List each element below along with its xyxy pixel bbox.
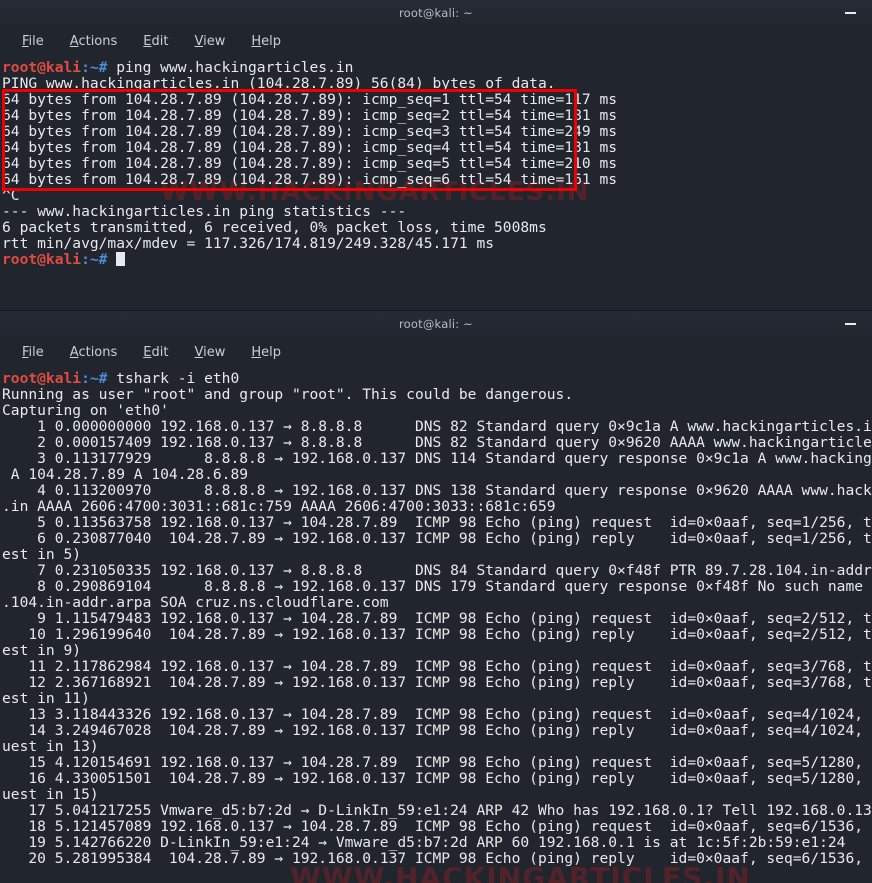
menu-label-rest: elp — [261, 33, 281, 49]
minimize-bar — [844, 12, 856, 14]
output-line: 16 4.330051501 104.28.7.89 → 192.168.0.1… — [2, 770, 872, 788]
menu-mnemonic: E — [143, 33, 152, 49]
output-line: --- www.hackingarticles.in ping statisti… — [2, 203, 407, 221]
prompt-user-host: root@kali — [2, 251, 82, 269]
output-line: A 104.28.7.89 A 104.28.6.89 — [2, 466, 249, 484]
menubar-tshark: File Actions Edit View Help — [0, 337, 872, 367]
output-line: 2 0.000157409 192.168.0.137 → 8.8.8.8 DN… — [2, 434, 872, 452]
output-line: Capturing on 'eth0' — [2, 402, 169, 420]
menu-label-rest: ile — [28, 33, 44, 49]
minimize-bar — [844, 323, 856, 325]
menu-mnemonic: H — [251, 33, 262, 49]
menu-item-help[interactable]: Help — [239, 342, 293, 363]
output-line: 64 bytes from 104.28.7.89 (104.28.7.89):… — [2, 171, 618, 189]
menu-mnemonic: V — [194, 33, 204, 49]
output-line: .104.in-addr.arpa SOA cruz.ns.cloudflare… — [2, 594, 389, 612]
window-title-tshark: root@kali: ~ — [398, 317, 474, 331]
output-line: 64 bytes from 104.28.7.89 (104.28.7.89):… — [2, 139, 618, 157]
menu-mnemonic: H — [251, 344, 262, 360]
command-tshark: tshark -i eth0 — [107, 370, 240, 387]
menu-label-rest: iew — [203, 33, 226, 49]
output-line: 1 0.000000000 192.168.0.137 → 8.8.8.8 DN… — [2, 418, 872, 436]
menu-label-rest: ile — [28, 344, 44, 360]
output-line: 6 packets transmitted, 6 received, 0% pa… — [2, 219, 547, 237]
menu-item-actions[interactable]: Actions — [58, 31, 130, 52]
output-line: 13 3.118443326 192.168.0.137 → 104.28.7.… — [2, 706, 872, 724]
menubar-ping: File Actions Edit View Help — [0, 26, 872, 56]
output-line: 4 0.113200970 8.8.8.8 → 192.168.0.137 DN… — [2, 482, 872, 500]
output-line: PING www.hackingarticles.in (104.28.7.89… — [2, 75, 556, 93]
output-line: rtt min/avg/max/mdev = 117.326/174.819/2… — [2, 235, 495, 253]
output-line: 15 4.120154691 192.168.0.137 → 104.28.7.… — [2, 754, 872, 772]
desktop-screen: root@kali: ~ File Actions Edit View Help… — [0, 0, 872, 883]
menu-item-view[interactable]: View — [182, 31, 237, 52]
prompt-sigil: :~# — [81, 251, 108, 269]
output-line: 17 5.041217255 Vmware_d5:b7:2d → D-LinkI… — [2, 802, 872, 820]
output-line: 64 bytes from 104.28.7.89 (104.28.7.89):… — [2, 91, 618, 109]
minimize-icon-tshark[interactable] — [840, 311, 860, 337]
output-line: 19 5.142766220 D-LinkIn_59:e1:24 → Vmwar… — [2, 834, 846, 852]
menu-item-file[interactable]: File — [10, 342, 56, 363]
output-line: ^C — [2, 187, 20, 205]
output-line: 64 bytes from 104.28.7.89 (104.28.7.89):… — [2, 123, 618, 141]
terminal-cursor — [116, 252, 126, 267]
menu-mnemonic: V — [194, 344, 204, 360]
prompt-sigil: :~# — [81, 59, 108, 76]
output-line: 7 0.231050335 192.168.0.137 → 8.8.8.8 DN… — [2, 562, 872, 580]
menu-item-edit[interactable]: Edit — [131, 31, 180, 52]
menu-label-rest: dit — [151, 344, 169, 360]
window-title-ping: root@kali: ~ — [398, 6, 474, 20]
output-line: 12 2.367168921 104.28.7.89 → 192.168.0.1… — [2, 674, 872, 692]
output-line: 8 0.290869104 8.8.8.8 → 192.168.0.137 DN… — [2, 578, 872, 596]
menu-item-actions[interactable]: Actions — [58, 342, 130, 363]
output-line: 64 bytes from 104.28.7.89 (104.28.7.89):… — [2, 107, 618, 125]
titlebar-ping[interactable]: root@kali: ~ — [0, 0, 872, 26]
output-line: 64 bytes from 104.28.7.89 (104.28.7.89):… — [2, 155, 618, 173]
minimize-icon-ping[interactable] — [840, 0, 860, 26]
prompt-user-host: root@kali — [2, 370, 82, 387]
menu-mnemonic: E — [143, 344, 152, 360]
terminal-window-tshark: root@kali: ~ File Actions Edit View Help… — [0, 311, 872, 883]
menu-label-rest: dit — [151, 33, 169, 49]
output-line: Running as user "root" and group "root".… — [2, 386, 574, 404]
titlebar-tshark[interactable]: root@kali: ~ — [0, 311, 872, 337]
output-line: 14 3.249467028 104.28.7.89 → 192.168.0.1… — [2, 722, 872, 740]
output-line: est in 11) — [2, 690, 90, 708]
output-line: 6 0.230877040 104.28.7.89 → 192.168.0.13… — [2, 530, 872, 548]
output-line: 11 2.117862984 192.168.0.137 → 104.28.7.… — [2, 658, 872, 676]
menu-item-view[interactable]: View — [182, 342, 237, 363]
terminal-output-ping[interactable]: WWW.HACKINGARTICLES.IN root@kali:~# ping… — [0, 56, 872, 296]
prompt-user-host: root@kali — [2, 59, 82, 76]
menu-label-rest: ctions — [78, 344, 118, 360]
terminal-text-ping: root@kali:~# ping www.hackingarticles.in… — [2, 59, 872, 269]
menu-item-help[interactable]: Help — [239, 31, 293, 52]
output-line: 10 1.296199640 104.28.7.89 → 192.168.0.1… — [2, 626, 872, 644]
terminal-text-tshark: root@kali:~# tshark -i eth0 Running as u… — [2, 370, 872, 868]
output-line: 20 5.281995384 104.28.7.89 → 192.168.0.1… — [2, 850, 872, 868]
menu-label-rest: iew — [203, 344, 226, 360]
prompt-sigil: :~# — [81, 370, 108, 387]
menu-item-edit[interactable]: Edit — [131, 342, 180, 363]
menu-item-file[interactable]: File — [10, 31, 56, 52]
command-ping: ping www.hackingarticles.in — [107, 59, 354, 76]
output-line: uest in 15) — [2, 786, 99, 804]
output-line: 5 0.113563758 192.168.0.137 → 104.28.7.8… — [2, 514, 872, 532]
output-line: est in 9) — [2, 642, 82, 660]
output-line: 18 5.121457089 192.168.0.137 → 104.28.7.… — [2, 818, 872, 836]
menu-label-rest: ctions — [78, 33, 118, 49]
output-line: uest in 13) — [2, 738, 99, 756]
menu-label-rest: elp — [261, 344, 281, 360]
output-line: 3 0.113177929 8.8.8.8 → 192.168.0.137 DN… — [2, 450, 872, 468]
output-line: .in AAAA 2606:4700:3031::681c:759 AAAA 2… — [2, 498, 556, 516]
output-line: est in 5) — [2, 546, 82, 564]
terminal-window-ping: root@kali: ~ File Actions Edit View Help… — [0, 0, 872, 296]
terminal-output-tshark[interactable]: WWW.HACKINGARTICLES.IN root@kali:~# tsha… — [0, 367, 872, 883]
output-line: 9 1.115479483 192.168.0.137 → 104.28.7.8… — [2, 610, 872, 628]
